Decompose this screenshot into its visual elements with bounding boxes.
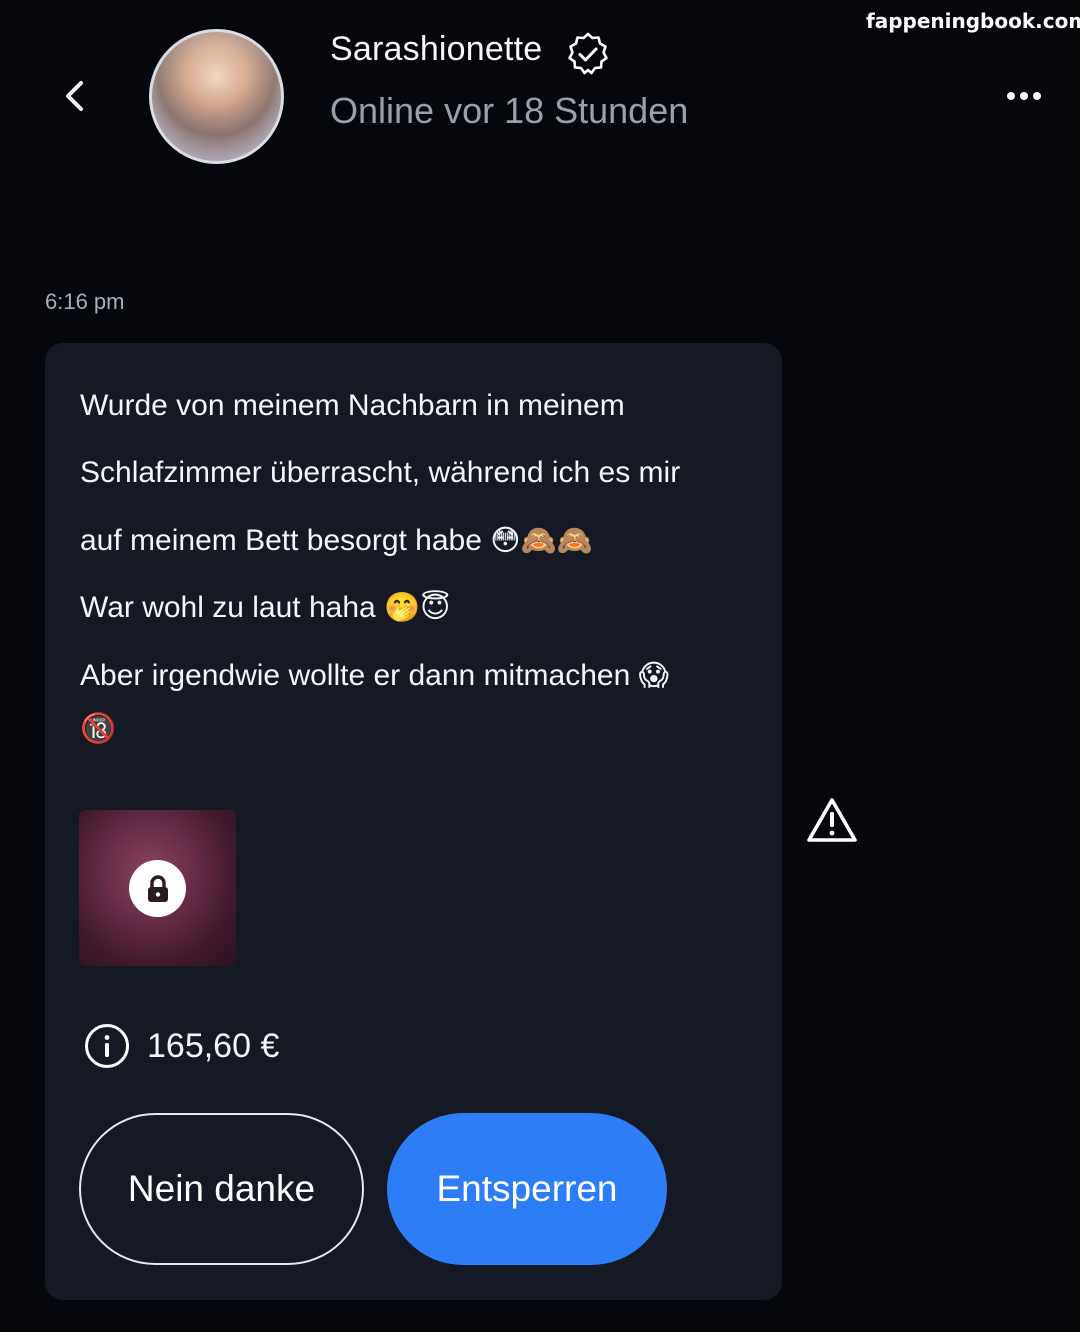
price-label: 165,60 € <box>147 1026 280 1065</box>
message-text: Wurde von meinem Nachbarn in meinem <box>80 389 625 422</box>
back-button[interactable] <box>52 70 98 122</box>
message-line: Wurde von meinem Nachbarn in meinem <box>80 389 625 423</box>
message-timestamp: 6:16 pm <box>45 289 125 314</box>
avatar[interactable] <box>149 29 284 164</box>
message-text: Schlafzimmer überrascht, während ich es … <box>80 456 681 489</box>
emoji-group: 😱 <box>638 658 669 692</box>
warning-triangle-icon[interactable] <box>806 796 858 844</box>
emoji-group: 🔞 <box>80 711 117 745</box>
decline-button[interactable]: Nein danke <box>79 1113 364 1265</box>
message-line: War wohl zu laut haha 🤭😇 <box>80 590 450 625</box>
avatar-photo <box>152 32 281 161</box>
message-text: War wohl zu laut haha <box>80 591 376 624</box>
lock-badge <box>129 860 186 917</box>
emoji-group: 🤭😇 <box>384 590 451 624</box>
online-status: Online vor 18 Stunden <box>330 90 689 131</box>
message-text: auf meinem Bett besorgt habe <box>80 524 482 557</box>
username[interactable]: Sarashionette <box>330 30 542 69</box>
lock-icon <box>147 874 168 902</box>
emoji-group: 😳🙈🙈 <box>490 523 593 557</box>
more-options-button[interactable] <box>998 78 1050 114</box>
chat-screen: Sarashionette Online vor 18 Stunden fapp… <box>0 0 1080 1332</box>
verified-badge-icon <box>568 32 608 75</box>
price-row: 165,60 € <box>83 1021 279 1071</box>
message-line: auf meinem Bett besorgt habe 😳🙈🙈 <box>80 523 593 558</box>
locked-media-thumbnail[interactable] <box>79 810 236 966</box>
message-line: Schlafzimmer überrascht, während ich es … <box>80 456 680 490</box>
message-line: Aber irgendwie wollte er dann mitmachen … <box>80 658 669 693</box>
chevron-left-icon <box>66 81 83 111</box>
message-text: Aber irgendwie wollte er dann mitmachen <box>80 659 631 692</box>
watermark: fappeningbook.com <box>866 9 1080 33</box>
info-icon[interactable] <box>83 1022 131 1070</box>
more-horizontal-icon <box>1007 92 1041 100</box>
unlock-button[interactable]: Entsperren <box>387 1113 667 1265</box>
message-bubble: Wurde von meinem Nachbarn in meinem Schl… <box>45 343 782 1300</box>
message-line: 🔞 <box>80 711 116 746</box>
